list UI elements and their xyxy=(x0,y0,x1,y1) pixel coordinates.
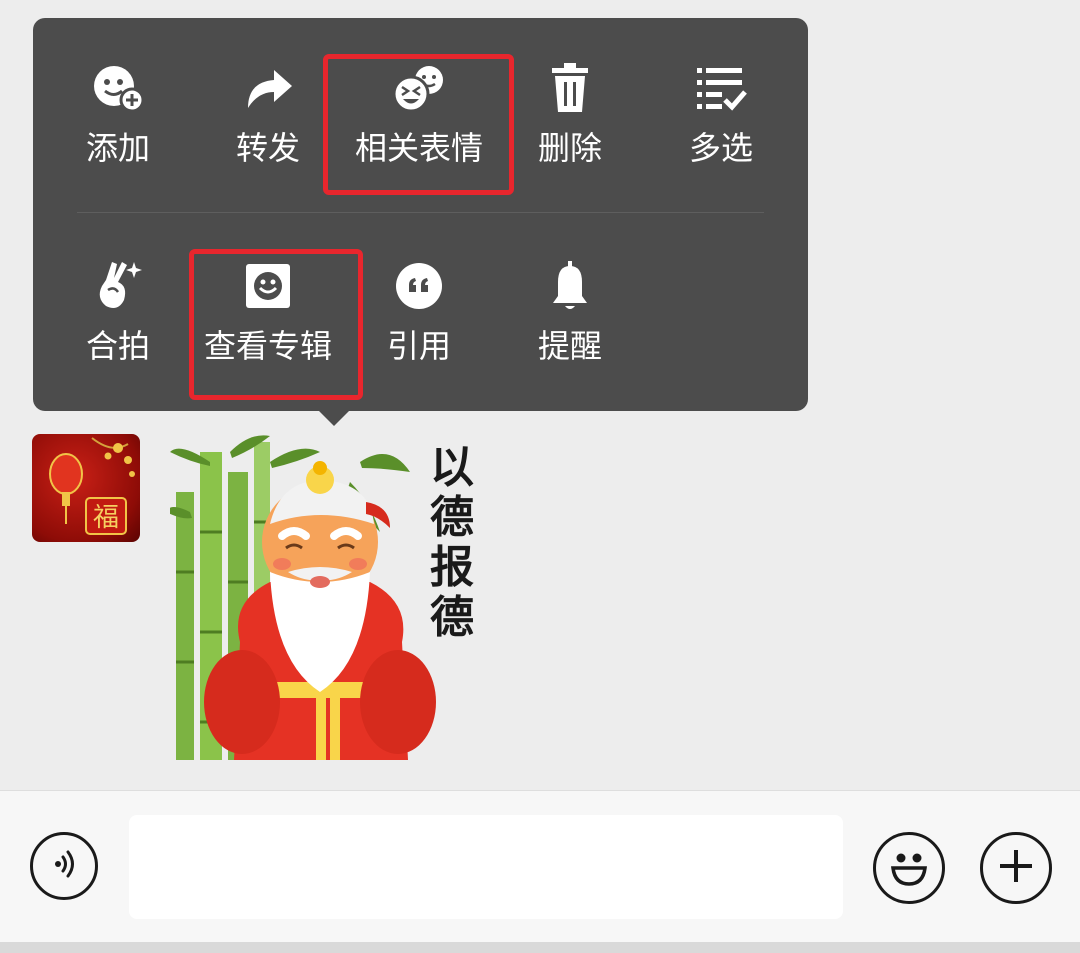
bottom-edge xyxy=(0,942,1080,953)
more-options-button[interactable] xyxy=(980,832,1052,904)
quote-icon xyxy=(389,256,449,316)
sticker-text-char: 以 xyxy=(430,442,474,493)
menu-item-label: 多选 xyxy=(688,129,753,167)
menu-item-label: 提醒 xyxy=(537,327,602,365)
highlight-view-album xyxy=(189,249,363,400)
menu-item-quote[interactable]: 引用 xyxy=(344,256,494,396)
highlight-related-stickers xyxy=(323,54,514,195)
menu-item-forward[interactable]: 转发 xyxy=(193,58,343,198)
sticker-text-char: 德 xyxy=(430,492,474,543)
menu-item-label: 引用 xyxy=(386,327,451,365)
bell-icon xyxy=(540,256,600,316)
sticker-text-char: 报 xyxy=(430,542,474,593)
trash-icon xyxy=(540,58,600,118)
voice-icon xyxy=(44,844,84,888)
menu-item-label: 转发 xyxy=(235,129,300,167)
menu-item-remind[interactable]: 提醒 xyxy=(495,256,645,396)
menu-pointer-arrow xyxy=(318,410,350,426)
emoji-icon xyxy=(881,838,937,898)
avatar-fu-character: 福 xyxy=(93,503,119,533)
menu-item-add-sticker[interactable]: 添加 xyxy=(43,58,193,198)
menu-item-label: 添加 xyxy=(85,129,150,167)
menu-item-delete[interactable]: 删除 xyxy=(495,58,645,198)
sticker-message[interactable]: 以 德 报 德 xyxy=(166,432,480,760)
menu-divider xyxy=(77,212,764,213)
avatar[interactable]: 福 xyxy=(32,434,140,542)
menu-item-label: 合拍 xyxy=(85,327,150,365)
emoji-button[interactable] xyxy=(873,832,945,904)
sticker-add-icon xyxy=(88,58,148,118)
pair-photo-icon xyxy=(88,256,148,316)
message-text-input[interactable] xyxy=(129,815,843,919)
sticker-text-char: 德 xyxy=(430,592,474,643)
menu-item-multi-select[interactable]: 多选 xyxy=(646,58,796,198)
voice-button[interactable] xyxy=(30,832,98,900)
multi-select-icon xyxy=(691,58,751,118)
menu-item-label: 删除 xyxy=(537,129,602,167)
forward-arrow-icon xyxy=(238,58,298,118)
menu-item-pair-photo[interactable]: 合拍 xyxy=(43,256,193,396)
plus-icon xyxy=(994,844,1038,892)
